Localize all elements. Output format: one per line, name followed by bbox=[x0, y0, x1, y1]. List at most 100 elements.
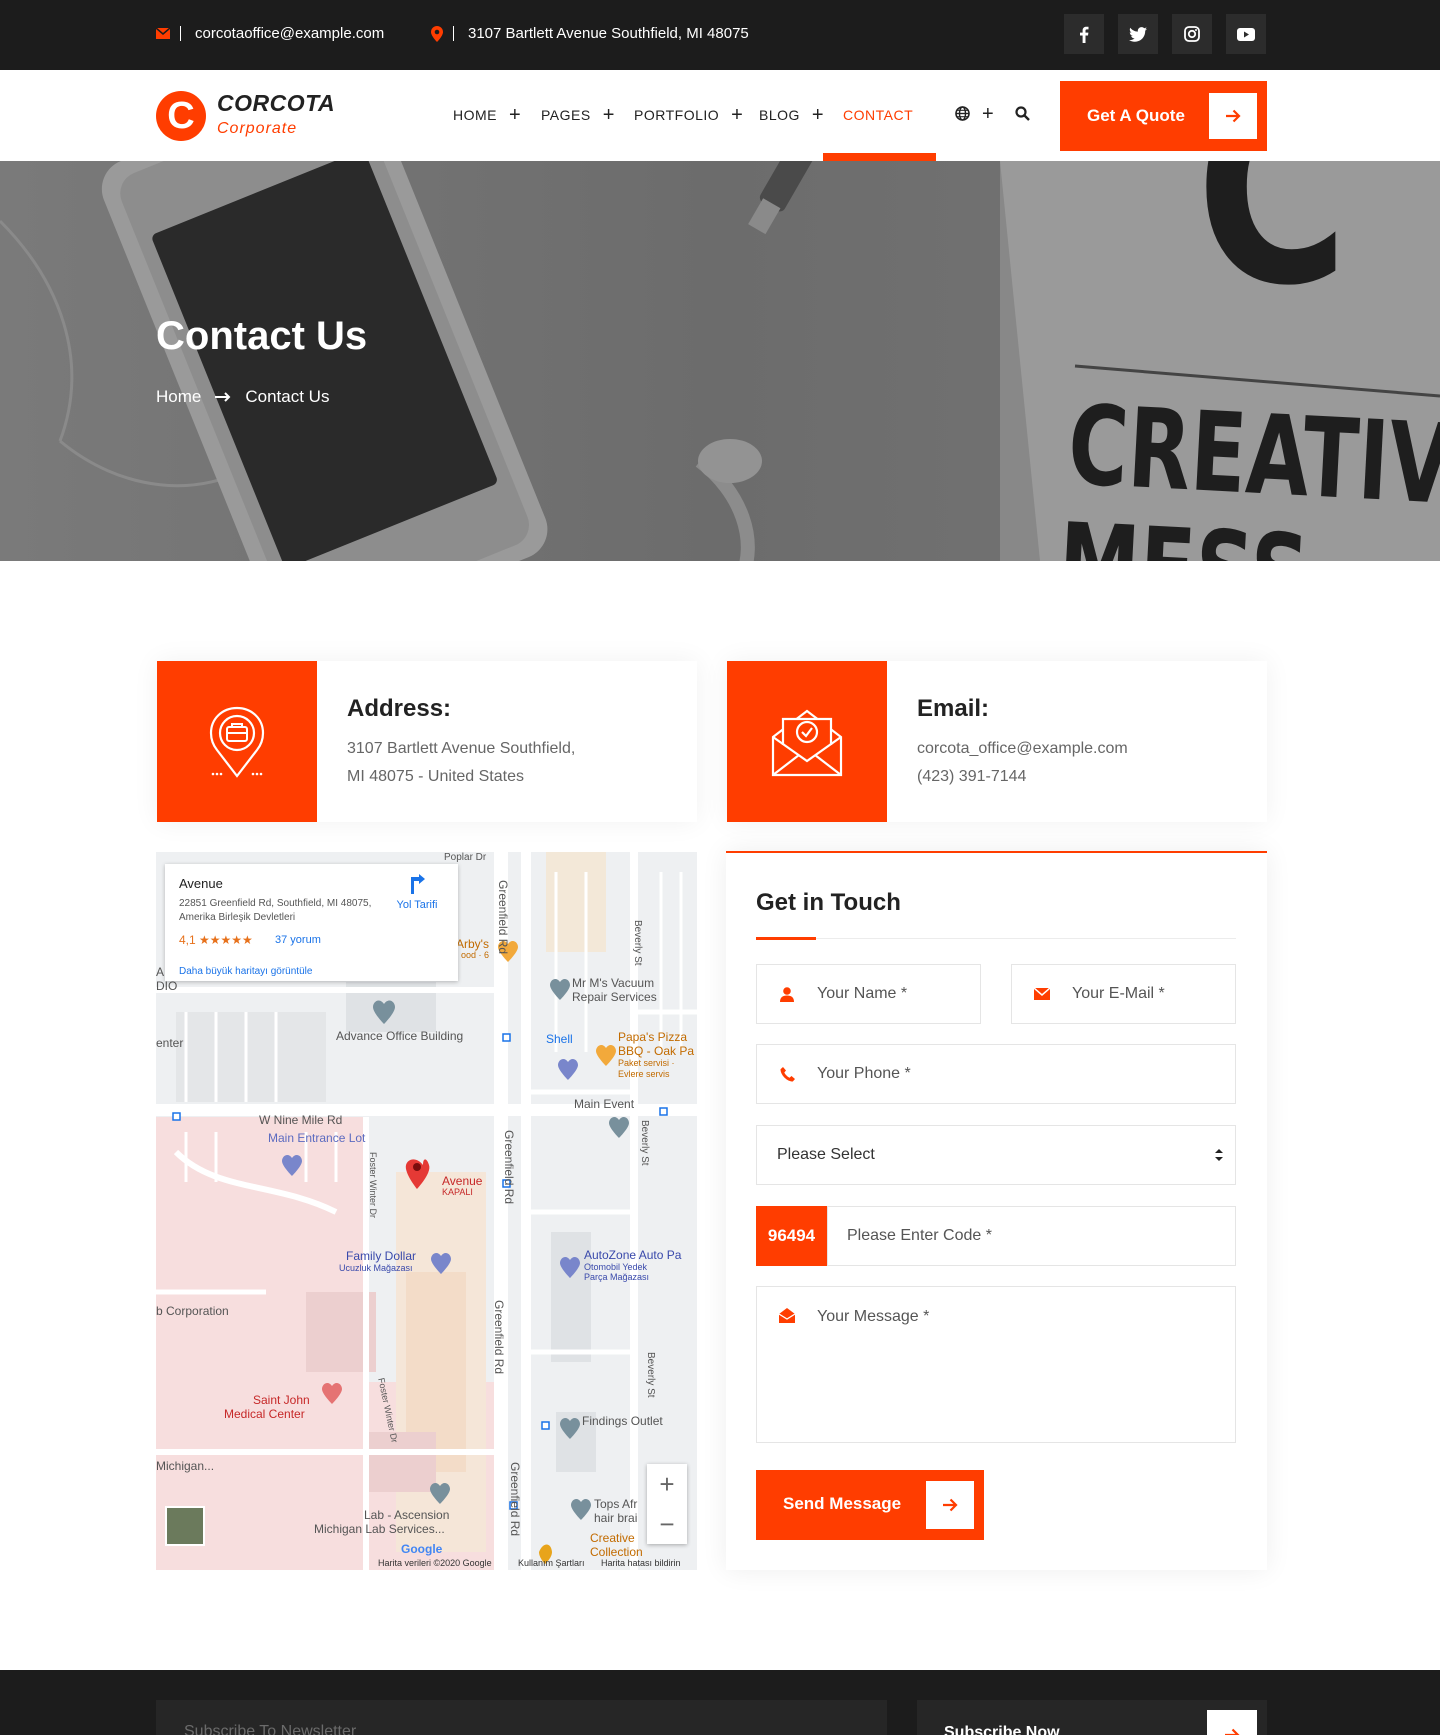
email-address[interactable]: corcota_office@example.com bbox=[917, 740, 1128, 758]
breadcrumb: Home Contact Us bbox=[156, 387, 329, 407]
map-label-beverly: Beverly St bbox=[632, 920, 643, 966]
email-card: Email: corcota_office@example.com (423) … bbox=[727, 661, 1267, 822]
nav-blog-label: BLOG bbox=[759, 107, 800, 123]
google-map[interactable]: Poplar Dr Arby's ood · 6 Mr M's Vacuum R… bbox=[156, 852, 697, 1570]
map-label-greenfield: Greenfield Rd bbox=[496, 880, 510, 955]
nav-contact[interactable]: CONTACT bbox=[843, 107, 913, 123]
plus-icon: + bbox=[731, 104, 744, 126]
plus-icon: + bbox=[811, 104, 825, 126]
map-label-greenfield-2: Greenfield Rd bbox=[502, 1130, 516, 1205]
contact-form: Get in Touch Your Name * Your E-Mail * Y… bbox=[726, 851, 1267, 1570]
message-field[interactable]: Your Message * bbox=[756, 1286, 1236, 1443]
open-envelope-icon bbox=[757, 1308, 817, 1323]
map-label-greenfield-4: Greenfield Rd bbox=[508, 1462, 522, 1537]
nav-blog[interactable]: BLOG + bbox=[759, 104, 825, 126]
zoom-out-button[interactable]: − bbox=[647, 1504, 687, 1544]
captcha-field[interactable]: Please Enter Code * bbox=[827, 1206, 1236, 1266]
topbar-address: 3107 Bartlett Avenue Southfield, MI 4807… bbox=[431, 25, 749, 42]
breadcrumb-home[interactable]: Home bbox=[156, 387, 201, 407]
map-label-papas-2: BBQ - Oak Pa bbox=[618, 1044, 695, 1058]
send-message-label: Send Message bbox=[783, 1494, 902, 1513]
name-field[interactable]: Your Name * bbox=[756, 964, 981, 1024]
map-label-papas: Papa's Pizza bbox=[618, 1030, 687, 1044]
get-quote-label: Get A Quote bbox=[1087, 106, 1185, 125]
subscribe-label: Subscribe Now bbox=[944, 1724, 1060, 1735]
message-placeholder: Your Message * bbox=[817, 1308, 930, 1325]
map-directions-label: Yol Tarifi bbox=[396, 899, 438, 911]
arrow-right-icon bbox=[1209, 93, 1257, 139]
phone-number[interactable]: (423) 391-7144 bbox=[917, 768, 1026, 786]
arrow-right-icon bbox=[926, 1481, 974, 1529]
map-larger-link[interactable]: Daha büyük haritayı görüntüle bbox=[179, 966, 312, 977]
address-line-1: 3107 Bartlett Avenue Southfield, bbox=[347, 740, 576, 757]
search-button[interactable] bbox=[1015, 106, 1030, 121]
facebook-icon bbox=[1080, 26, 1089, 43]
logo-mark[interactable]: C bbox=[156, 91, 206, 141]
map-label-beverly-3: Beverly St bbox=[645, 1352, 656, 1398]
phone-field[interactable]: Your Phone * bbox=[756, 1044, 1236, 1104]
email-field[interactable]: Your E-Mail * bbox=[1011, 964, 1236, 1024]
email-title: Email: bbox=[917, 695, 990, 722]
subscribe-button[interactable]: Subscribe Now bbox=[917, 1700, 1267, 1735]
nav-portfolio-label: PORTFOLIO bbox=[634, 107, 720, 123]
globe-icon bbox=[955, 106, 970, 121]
map-label-enter: enter bbox=[156, 1036, 184, 1050]
plus-icon: + bbox=[509, 104, 522, 126]
map-label-advance: Advance Office Building bbox=[336, 1029, 464, 1043]
instagram-link[interactable] bbox=[1172, 14, 1212, 54]
language-switcher[interactable]: + bbox=[955, 102, 995, 125]
map-directions-button[interactable]: Yol Tarifi bbox=[387, 874, 447, 911]
email-icon-box bbox=[727, 661, 887, 822]
newsletter-input[interactable]: Subscribe To Newsletter bbox=[156, 1700, 887, 1735]
envelope-icon bbox=[156, 28, 170, 39]
map-label-creative-2: Collection bbox=[590, 1545, 643, 1559]
plus-icon: + bbox=[602, 104, 615, 126]
page-hero: C CREATIVE MESS Contact Us Home Contact … bbox=[0, 161, 1440, 561]
map-report-link[interactable]: Harita hatası bildirin bbox=[601, 1558, 681, 1568]
hero-bg-letter: C bbox=[1196, 161, 1349, 343]
map-label-shell: Shell bbox=[546, 1032, 573, 1046]
user-icon bbox=[757, 986, 817, 1002]
send-message-button[interactable]: Send Message bbox=[756, 1470, 984, 1540]
map-label-findings: Findings Outlet bbox=[582, 1414, 663, 1428]
facebook-link[interactable] bbox=[1064, 14, 1104, 54]
topbar-email[interactable]: corcotaoffice@example.com bbox=[156, 25, 384, 42]
youtube-link[interactable] bbox=[1226, 14, 1266, 54]
nav-portfolio[interactable]: PORTFOLIO + bbox=[634, 104, 744, 126]
map-label-foster: Foster Winter Dr bbox=[368, 1152, 378, 1219]
subject-select-value: Please Select bbox=[777, 1146, 875, 1163]
map-pin-icon bbox=[431, 25, 443, 42]
subject-select[interactable]: Please Select bbox=[756, 1125, 1236, 1185]
nav-home[interactable]: HOME + bbox=[453, 104, 522, 126]
twitter-link[interactable] bbox=[1118, 14, 1158, 54]
map-label-poplar: Poplar Dr bbox=[444, 852, 487, 863]
plus-icon: + bbox=[982, 102, 995, 125]
arrow-right-icon bbox=[1207, 1710, 1257, 1735]
nav-pages[interactable]: PAGES + bbox=[541, 104, 615, 126]
address-title: Address: bbox=[347, 695, 452, 722]
map-label-main-event: Main Event bbox=[574, 1097, 635, 1111]
footer-newsletter: Subscribe To Newsletter Subscribe Now bbox=[0, 1670, 1440, 1735]
brand-name[interactable]: CORCOTA bbox=[217, 90, 335, 117]
topbar-address-text: 3107 Bartlett Avenue Southfield, MI 4807… bbox=[468, 25, 749, 42]
arrow-right-icon bbox=[215, 387, 231, 407]
map-label-greenfield-3: Greenfield Rd bbox=[492, 1300, 506, 1375]
youtube-icon bbox=[1237, 27, 1255, 41]
map-label-saint-john-2: Medical Center bbox=[224, 1407, 305, 1421]
get-quote-button[interactable]: Get A Quote bbox=[1060, 81, 1267, 151]
form-title: Get in Touch bbox=[756, 889, 901, 916]
map-place-reviews[interactable]: 37 yorum bbox=[275, 934, 321, 946]
envelope-icon bbox=[1012, 988, 1072, 1000]
address-line-2: MI 48075 - United States bbox=[347, 768, 524, 785]
map-place-card: Avenue 22851 Greenfield Rd, Southfield, … bbox=[165, 864, 458, 981]
address-card: Address: 3107 Bartlett Avenue Southfield… bbox=[157, 661, 697, 822]
map-label-autozone-2: Otomobil Yedek bbox=[584, 1262, 648, 1272]
topbar-email-text: corcotaoffice@example.com bbox=[195, 25, 385, 42]
captcha-code: 96494 bbox=[756, 1206, 827, 1266]
active-nav-indicator bbox=[823, 153, 936, 161]
map-label-papas-3: Paket servisi · bbox=[618, 1058, 675, 1068]
google-logo: Google bbox=[401, 1542, 443, 1556]
map-attribution: Harita verileri ©2020 Google bbox=[378, 1558, 492, 1568]
map-terms-link[interactable]: Kullanım Şartları bbox=[518, 1558, 585, 1568]
zoom-in-button[interactable]: + bbox=[647, 1464, 687, 1504]
